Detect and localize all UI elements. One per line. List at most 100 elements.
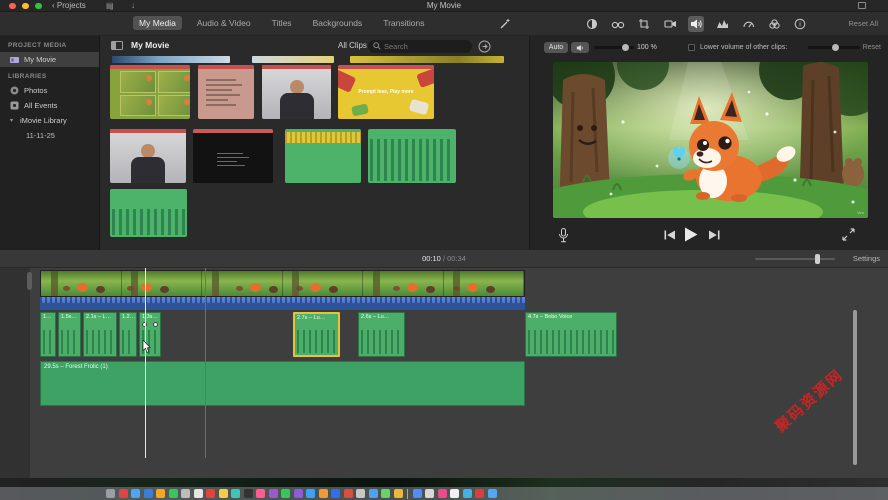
speed-icon[interactable] — [740, 16, 756, 32]
clip-strip[interactable] — [252, 56, 334, 63]
dock-app-icon[interactable] — [294, 489, 303, 498]
sidebar-item-photos[interactable]: Photos — [0, 83, 99, 98]
enhance-wand-icon[interactable] — [499, 17, 512, 30]
fade-handle[interactable] — [153, 322, 158, 327]
fullscreen-icon[interactable] — [842, 228, 855, 241]
lower-volume-slider-knob[interactable] — [832, 44, 839, 51]
audio-clip[interactable]: 2.6s – Lu… — [358, 312, 405, 357]
audio-clip[interactable]: 1.5s… — [58, 312, 81, 357]
zoom-slider-knob[interactable] — [815, 254, 820, 264]
tab-audio-video[interactable]: Audio & Video — [191, 16, 257, 30]
timeline-zoom-slider[interactable] — [755, 258, 835, 260]
dock-app-icon[interactable] — [206, 489, 215, 498]
timeline-scroll-handle[interactable] — [27, 272, 32, 290]
timeline-settings-button[interactable]: Settings — [853, 254, 880, 263]
dock-app-icon[interactable] — [425, 489, 434, 498]
audio-clip[interactable]: 1.2… — [119, 312, 137, 357]
clip-filter-icon[interactable] — [766, 16, 782, 32]
dock-app-icon[interactable] — [144, 489, 153, 498]
audio-clip[interactable]: 1… — [40, 312, 56, 357]
sidebar-item-imovie-library[interactable]: ▾ iMovie Library — [0, 113, 99, 128]
dock-app-icon[interactable] — [331, 489, 340, 498]
tab-titles[interactable]: Titles — [266, 16, 298, 30]
dock-app-icon[interactable] — [181, 489, 190, 498]
dock-app-icon[interactable] — [156, 489, 165, 498]
dock-app-icon[interactable] — [463, 489, 472, 498]
dock-app-icon[interactable] — [394, 489, 403, 498]
clip-strip[interactable] — [112, 56, 230, 63]
browser-forward-icon[interactable] — [478, 40, 491, 53]
timeline-vertical-scrollbar[interactable] — [853, 310, 857, 465]
playhead[interactable] — [145, 268, 146, 458]
volume-slider[interactable] — [594, 46, 634, 49]
window-corner-icon[interactable] — [858, 2, 866, 9]
dock-app-icon[interactable] — [119, 489, 128, 498]
dock-app-icon[interactable] — [306, 489, 315, 498]
audio-clip-bobo-voice[interactable]: 4.7s – Bobo Voice — [525, 312, 617, 357]
noise-reduction-icon[interactable] — [714, 16, 730, 32]
dock-app-icon[interactable] — [381, 489, 390, 498]
volume-icon[interactable] — [688, 16, 704, 32]
dock-app-icon[interactable] — [281, 489, 290, 498]
auto-button[interactable]: Auto — [544, 42, 568, 53]
mute-button[interactable] — [571, 42, 589, 53]
background-music-clip[interactable]: 29.5s – Forest Frolic (1) — [40, 361, 525, 406]
search-input[interactable]: Search — [368, 40, 472, 53]
media-thumbnail-talking-head[interactable] — [262, 65, 331, 119]
dock-app-icon[interactable] — [219, 489, 228, 498]
dock-app-icon[interactable] — [450, 489, 459, 498]
sidebar-item-my-movie[interactable]: My Movie — [0, 52, 99, 67]
dock-app-icon[interactable] — [169, 489, 178, 498]
media-thumbnail-screen-recording[interactable] — [193, 129, 273, 183]
info-icon[interactable]: i — [792, 16, 808, 32]
sidebar-toggle-icon[interactable] — [111, 41, 123, 50]
dock-app-icon[interactable] — [269, 489, 278, 498]
dock-app-icon[interactable] — [131, 489, 140, 498]
skip-forward-icon[interactable] — [708, 230, 720, 240]
audio-clip-selected[interactable]: 2.7s – Lu… — [293, 312, 340, 357]
dock-app-icon[interactable] — [256, 489, 265, 498]
media-thumbnail-audio-waveform-2[interactable] — [110, 189, 187, 237]
chevron-down-icon[interactable]: ▾ — [10, 117, 13, 124]
dock-app-icon[interactable] — [369, 489, 378, 498]
media-thumbnail-talking-head-2[interactable] — [110, 129, 186, 183]
skip-back-icon[interactable] — [664, 230, 676, 240]
video-audio-waveform-bar[interactable] — [40, 297, 525, 310]
dock-app-icon[interactable] — [475, 489, 484, 498]
crop-icon[interactable] — [636, 16, 652, 32]
play-button[interactable] — [684, 227, 698, 242]
tab-transitions[interactable]: Transitions — [377, 16, 430, 30]
reset-all-button[interactable]: Reset All — [848, 19, 878, 28]
lower-volume-slider[interactable] — [808, 46, 860, 49]
media-thumbnail-audio-waveform[interactable] — [368, 129, 456, 183]
media-thumbnail-promo[interactable]: Prompt less, Play more — [338, 65, 434, 119]
tab-my-media[interactable]: My Media — [133, 16, 182, 30]
media-thumbnail-collage[interactable] — [110, 65, 190, 119]
sidebar-item-event-date[interactable]: 11-11-25 — [0, 128, 99, 142]
dock-app-icon[interactable] — [194, 489, 203, 498]
dock-app-icon[interactable] — [231, 489, 240, 498]
video-clip-filmstrip[interactable] — [40, 270, 525, 297]
lower-volume-checkbox[interactable] — [688, 44, 695, 51]
reset-button[interactable]: Reset — [863, 44, 881, 51]
color-balance-icon[interactable] — [584, 16, 600, 32]
dock-app-icon[interactable] — [106, 489, 115, 498]
voiceover-mic-icon[interactable] — [558, 228, 569, 243]
color-correction-icon[interactable] — [610, 16, 626, 32]
dock-app-icon[interactable] — [344, 489, 353, 498]
sidebar-item-all-events[interactable]: All Events — [0, 98, 99, 113]
timeline[interactable]: 1… 1.5s… 2.1s – L… 1.2… 1.3s… 2.7s – Lu…… — [0, 268, 888, 478]
dock-app-icon[interactable] — [488, 489, 497, 498]
volume-slider-knob[interactable] — [622, 44, 629, 51]
dock-app-icon[interactable] — [413, 489, 422, 498]
dock-app-icon[interactable] — [244, 489, 253, 498]
media-thumbnail-audio-yellow[interactable] — [285, 129, 361, 183]
dock-app-icon[interactable] — [319, 489, 328, 498]
preview-viewer[interactable]: Veo — [553, 62, 868, 218]
dock-app-icon[interactable] — [438, 489, 447, 498]
clip-strip[interactable] — [350, 56, 504, 63]
tab-backgrounds[interactable]: Backgrounds — [307, 16, 369, 30]
stabilization-icon[interactable] — [662, 16, 678, 32]
dock-app-icon[interactable] — [356, 489, 365, 498]
audio-clip[interactable]: 2.1s – L… — [83, 312, 117, 357]
